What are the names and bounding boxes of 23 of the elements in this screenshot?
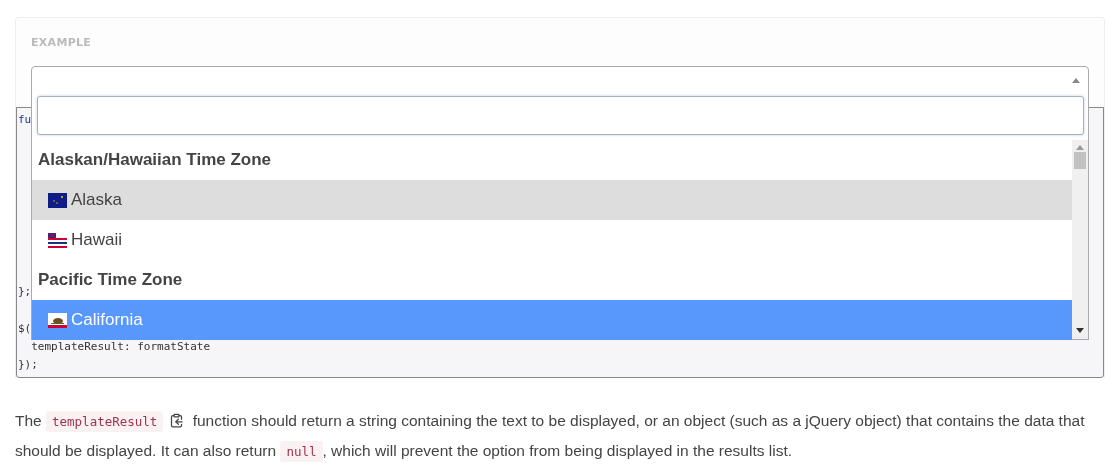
search-field[interactable] <box>37 96 1084 135</box>
caret-up-icon <box>1072 77 1080 83</box>
code-line: fu <box>18 112 32 128</box>
code-line: templateResult: formatState <box>30 339 211 355</box>
inline-code: templateResult <box>46 411 164 432</box>
code-line: }; <box>18 284 32 300</box>
flag-icon <box>48 232 67 248</box>
inline-code: null <box>280 441 323 462</box>
code-line: }); <box>18 357 38 373</box>
description-paragraph: The templateResult function should return a string containing the text to be displayed, or an object (such as a jQuery object) that contains the data that should be displayed. It can also return null , which will prevent the option from being displayed in the results list. <box>15 406 1105 466</box>
group-heading: Alaskan/Hawaiian Time Zone <box>37 149 273 171</box>
flag-icon <box>48 312 67 328</box>
section-label: EXAMPLE <box>31 36 93 51</box>
copy-icon[interactable] <box>169 413 185 428</box>
scroll-down-icon[interactable] <box>1076 328 1084 333</box>
group-heading: Pacific Time Zone <box>37 269 184 291</box>
dropdown-option[interactable]: Alaska <box>32 180 1072 220</box>
scrollbar[interactable] <box>1072 140 1088 339</box>
scroll-thumb[interactable] <box>1074 152 1086 169</box>
flag-icon <box>48 192 67 208</box>
scroll-up-icon[interactable] <box>1076 145 1084 150</box>
code-line: $( <box>18 321 32 337</box>
select-field[interactable] <box>31 66 1089 94</box>
